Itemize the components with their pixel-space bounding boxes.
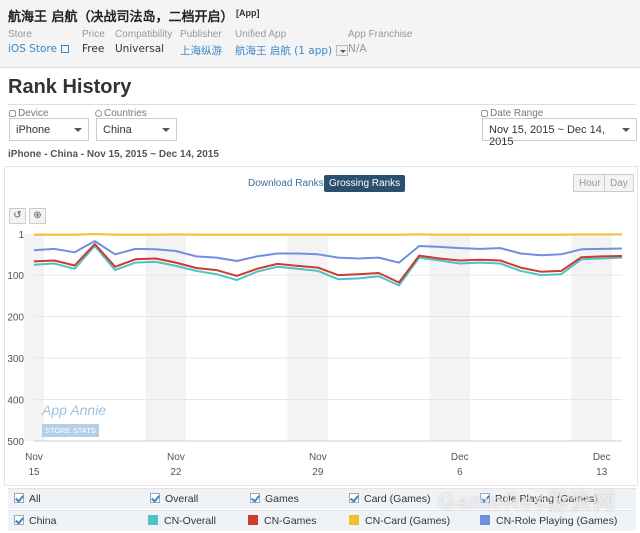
x-tick-month: Nov bbox=[25, 452, 43, 463]
unified-app-dropdown-icon[interactable] bbox=[336, 45, 349, 56]
y-tick-label: 100 bbox=[7, 271, 24, 282]
legend-cn-card[interactable]: CN-Card (Games) bbox=[349, 515, 450, 527]
checkbox-icon[interactable] bbox=[14, 493, 24, 503]
day-toggle[interactable]: Day bbox=[604, 174, 634, 192]
zoom-icon[interactable]: ⊕ bbox=[29, 208, 46, 224]
rank-history-chart: 1100200300400500Nov15Nov22Nov29Dec6Dec13 bbox=[7, 230, 623, 478]
x-tick-day: 6 bbox=[457, 467, 463, 478]
x-tick-day: 29 bbox=[312, 467, 324, 478]
y-tick-label: 400 bbox=[7, 396, 24, 407]
date-range-select[interactable]: Nov 15, 2015 ~ Dec 14, 2015 bbox=[482, 118, 637, 148]
meta-price-value: Free bbox=[82, 43, 105, 55]
store-stats-tag: STORE STATS bbox=[42, 424, 99, 437]
checkbox-icon[interactable] bbox=[250, 493, 260, 503]
meta-compatibility: Compatibility Universal bbox=[115, 29, 172, 55]
reset-zoom-icon[interactable]: ↺ bbox=[9, 208, 26, 224]
app-type-tag: [App] bbox=[236, 8, 260, 18]
weekend-band bbox=[429, 234, 450, 441]
meta-franchise-key: App Franchise bbox=[348, 29, 413, 40]
series-line-2 bbox=[34, 233, 622, 236]
legend-swatch bbox=[480, 515, 490, 525]
filter-overall[interactable]: Overall bbox=[150, 493, 198, 505]
site-watermark: GameRes游资网 bbox=[438, 489, 616, 514]
unified-app-link[interactable]: 航海王 启航 (1 app) bbox=[235, 43, 349, 58]
y-tick-label: 300 bbox=[7, 354, 24, 365]
meta-store-key: Store bbox=[8, 29, 32, 40]
filter-all[interactable]: All bbox=[14, 493, 41, 505]
x-tick-day: 15 bbox=[28, 467, 40, 478]
hour-toggle[interactable]: Hour bbox=[573, 174, 607, 192]
meta-publisher: Publisher 上海纵游 bbox=[180, 29, 222, 58]
grossing-ranks-tab[interactable]: Grossing Ranks bbox=[324, 175, 406, 192]
y-tick-label: 200 bbox=[7, 313, 24, 324]
chevron-down-icon bbox=[74, 128, 82, 132]
meta-store: Store iOS Store bbox=[8, 29, 69, 55]
checkbox-icon[interactable] bbox=[349, 493, 359, 503]
app-annie-logo: App Annie bbox=[42, 402, 107, 418]
y-tick-label: 1 bbox=[18, 230, 24, 241]
weekend-band bbox=[307, 234, 328, 441]
app-title: 航海王 启航（决战司法岛，二档开启） bbox=[8, 10, 234, 25]
meta-compatibility-value: Universal bbox=[115, 43, 165, 55]
device-select[interactable]: iPhone bbox=[9, 118, 89, 141]
meta-unified-key: Unified App bbox=[235, 29, 287, 40]
legend-cn-overall[interactable]: CN-Overall bbox=[148, 515, 216, 527]
x-tick-month: Dec bbox=[451, 452, 469, 463]
x-tick-day: 22 bbox=[170, 467, 182, 478]
filter-china[interactable]: China bbox=[14, 515, 56, 527]
legend-cn-games[interactable]: CN-Games bbox=[248, 515, 317, 527]
meta-franchise-value: N/A bbox=[348, 43, 367, 55]
weekend-band bbox=[145, 234, 166, 441]
y-tick-label: 500 bbox=[7, 437, 24, 448]
weekend-band bbox=[591, 234, 612, 441]
meta-price: Price Free bbox=[82, 29, 105, 55]
x-tick-month: Nov bbox=[309, 452, 327, 463]
countries-select[interactable]: China bbox=[96, 118, 177, 141]
publisher-link[interactable]: 上海纵游 bbox=[180, 43, 222, 58]
legend-swatch bbox=[349, 515, 359, 525]
meta-price-key: Price bbox=[82, 29, 105, 40]
legend-swatch bbox=[148, 515, 158, 525]
selection-summary: iPhone - China - Nov 15, 2015 ~ Dec 14, … bbox=[8, 149, 219, 160]
device-icon bbox=[9, 110, 16, 117]
filter-games[interactable]: Games bbox=[250, 493, 299, 505]
legend-cn-role[interactable]: CN-Role Playing (Games) bbox=[480, 515, 617, 527]
x-tick-month: Nov bbox=[167, 452, 185, 463]
x-tick-month: Dec bbox=[593, 452, 611, 463]
filter-card-games[interactable]: Card (Games) bbox=[349, 493, 431, 505]
external-link-icon bbox=[60, 45, 69, 53]
meta-publisher-key: Publisher bbox=[180, 29, 222, 40]
meta-franchise: App Franchise N/A bbox=[348, 29, 412, 55]
chevron-down-icon bbox=[622, 128, 630, 132]
download-ranks-tab[interactable]: Download Ranks bbox=[248, 178, 324, 189]
title-divider bbox=[8, 104, 636, 105]
checkbox-icon[interactable] bbox=[150, 493, 160, 503]
chevron-down-icon bbox=[162, 128, 170, 132]
store-link[interactable]: iOS Store bbox=[8, 43, 69, 55]
page-title: Rank History bbox=[8, 76, 132, 98]
legend-swatch bbox=[248, 515, 258, 525]
weekend-band bbox=[449, 234, 470, 441]
meta-compatibility-key: Compatibility bbox=[115, 29, 173, 40]
checkbox-icon[interactable] bbox=[14, 515, 24, 525]
calendar-icon bbox=[481, 110, 488, 117]
meta-unified-app: Unified App 航海王 启航 (1 app) bbox=[235, 29, 349, 58]
globe-icon bbox=[95, 110, 102, 117]
x-tick-day: 13 bbox=[596, 467, 608, 478]
